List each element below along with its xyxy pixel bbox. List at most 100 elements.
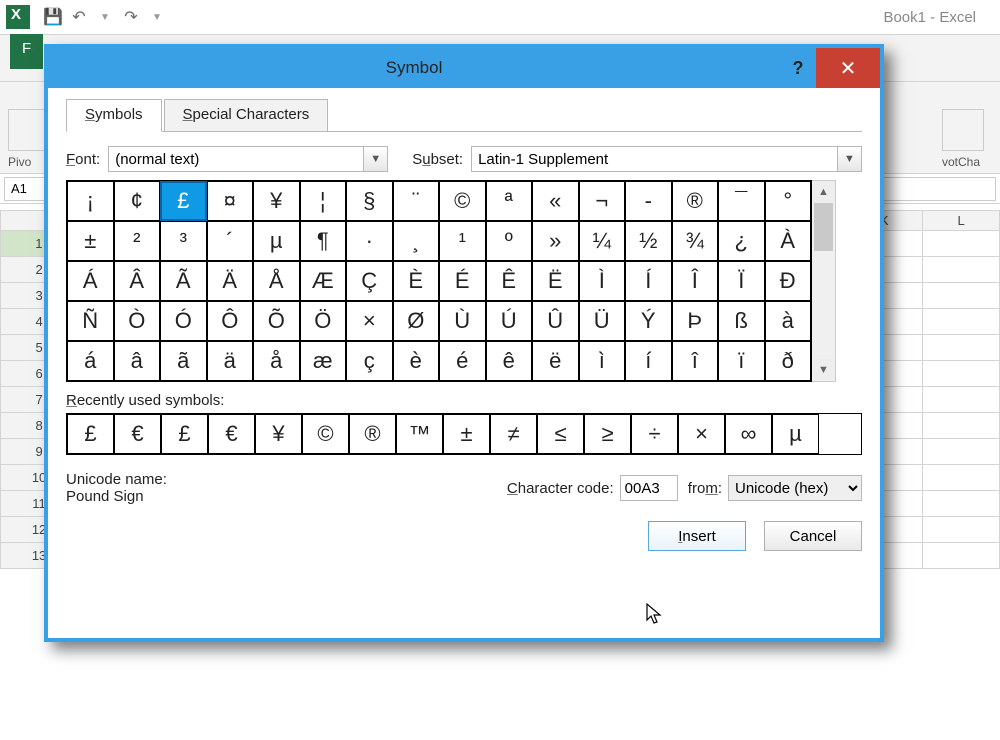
subset-combobox[interactable]: ▼ bbox=[471, 146, 862, 172]
symbol-cell[interactable]: É bbox=[439, 261, 486, 301]
symbol-cell[interactable]: Á bbox=[67, 261, 114, 301]
recent-symbol-cell[interactable]: © bbox=[302, 414, 349, 454]
symbol-cell[interactable]: » bbox=[532, 221, 579, 261]
font-input[interactable] bbox=[109, 147, 363, 171]
symbol-cell[interactable]: ³ bbox=[160, 221, 207, 261]
save-button[interactable]: 💾 bbox=[40, 4, 66, 30]
symbol-cell[interactable]: © bbox=[439, 181, 486, 221]
symbol-cell[interactable]: ª bbox=[486, 181, 533, 221]
scrollbar-thumb[interactable] bbox=[814, 203, 833, 251]
symbol-cell[interactable]: Û bbox=[532, 301, 579, 341]
symbol-cell[interactable]: ¼ bbox=[579, 221, 626, 261]
tab-special-characters[interactable]: Special Characters bbox=[164, 99, 329, 132]
undo-button[interactable]: ↶ bbox=[66, 4, 92, 30]
recent-symbol-cell[interactable]: ≥ bbox=[584, 414, 631, 454]
recent-symbol-cell[interactable]: € bbox=[114, 414, 161, 454]
symbol-cell[interactable]: ² bbox=[114, 221, 161, 261]
symbol-cell[interactable]: Ä bbox=[207, 261, 254, 301]
cell[interactable] bbox=[923, 439, 1000, 465]
column-header[interactable]: L bbox=[923, 211, 1000, 231]
symbol-cell[interactable]: § bbox=[346, 181, 393, 221]
symbol-cell[interactable]: Ï bbox=[718, 261, 765, 301]
symbol-cell[interactable]: Å bbox=[253, 261, 300, 301]
symbol-cell[interactable]: à bbox=[765, 301, 812, 341]
recent-symbol-cell[interactable]: × bbox=[678, 414, 725, 454]
recent-symbol-cell[interactable]: ∞ bbox=[725, 414, 772, 454]
symbol-cell[interactable]: Þ bbox=[672, 301, 719, 341]
symbol-cell[interactable]: ¬ bbox=[579, 181, 626, 221]
symbol-cell[interactable]: Ö bbox=[300, 301, 347, 341]
recent-symbol-cell[interactable]: ≠ bbox=[490, 414, 537, 454]
symbol-cell[interactable]: ¶ bbox=[300, 221, 347, 261]
cell[interactable] bbox=[923, 543, 1000, 569]
recent-symbol-cell[interactable]: £ bbox=[161, 414, 208, 454]
scroll-down-icon[interactable]: ▼ bbox=[812, 359, 835, 381]
symbol-cell[interactable]: ¨ bbox=[393, 181, 440, 221]
cell[interactable] bbox=[923, 361, 1000, 387]
symbol-cell[interactable]: á bbox=[67, 341, 114, 381]
ribbon-tab-active[interactable]: F bbox=[10, 34, 43, 69]
recent-symbol-cell[interactable]: ® bbox=[349, 414, 396, 454]
symbol-cell[interactable]: ç bbox=[346, 341, 393, 381]
symbol-grid[interactable]: ¡¢£¤¥¦§¨©ª«¬-®¯°±²³´µ¶·¸¹º»¼½¾¿ÀÁÂÃÄÅÆÇÈ… bbox=[66, 180, 812, 382]
cell[interactable] bbox=[923, 309, 1000, 335]
symbol-cell[interactable]: Ø bbox=[393, 301, 440, 341]
chevron-down-icon[interactable]: ▼ bbox=[363, 147, 387, 171]
symbol-cell[interactable]: · bbox=[346, 221, 393, 261]
subset-input[interactable] bbox=[472, 147, 837, 171]
cell[interactable] bbox=[923, 257, 1000, 283]
symbol-cell[interactable]: è bbox=[393, 341, 440, 381]
symbol-cell[interactable]: Ò bbox=[114, 301, 161, 341]
symbol-cell[interactable]: Ñ bbox=[67, 301, 114, 341]
symbol-cell[interactable]: ½ bbox=[625, 221, 672, 261]
symbol-cell[interactable]: Ó bbox=[160, 301, 207, 341]
cancel-button[interactable]: Cancel bbox=[764, 521, 862, 551]
symbol-cell[interactable]: ¤ bbox=[207, 181, 254, 221]
symbol-cell[interactable]: ¿ bbox=[718, 221, 765, 261]
symbol-cell[interactable]: Ì bbox=[579, 261, 626, 301]
symbol-cell[interactable]: È bbox=[393, 261, 440, 301]
symbol-cell[interactable]: å bbox=[253, 341, 300, 381]
symbol-cell[interactable]: Ù bbox=[439, 301, 486, 341]
symbol-cell[interactable]: Î bbox=[672, 261, 719, 301]
cell[interactable] bbox=[923, 231, 1000, 257]
recent-symbol-cell[interactable]: £ bbox=[67, 414, 114, 454]
symbol-cell[interactable]: ï bbox=[718, 341, 765, 381]
from-select[interactable]: Unicode (hex) bbox=[728, 475, 862, 501]
symbol-cell[interactable]: ¡ bbox=[67, 181, 114, 221]
symbol-cell[interactable]: â bbox=[114, 341, 161, 381]
symbol-cell[interactable]: ä bbox=[207, 341, 254, 381]
redo-button[interactable]: ↷ bbox=[118, 4, 144, 30]
symbol-cell[interactable]: £ bbox=[160, 181, 207, 221]
symbol-cell[interactable]: ® bbox=[672, 181, 719, 221]
symbol-cell[interactable]: Ü bbox=[579, 301, 626, 341]
symbol-cell[interactable]: ß bbox=[718, 301, 765, 341]
recent-symbol-cell[interactable]: µ bbox=[772, 414, 819, 454]
symbol-cell[interactable]: Ð bbox=[765, 261, 812, 301]
scroll-up-icon[interactable]: ▲ bbox=[812, 181, 835, 203]
cell[interactable] bbox=[923, 387, 1000, 413]
symbol-scrollbar[interactable]: ▲ ▼ bbox=[812, 180, 836, 382]
symbol-cell[interactable]: Ç bbox=[346, 261, 393, 301]
cell[interactable] bbox=[923, 491, 1000, 517]
recent-symbol-cell[interactable]: ¥ bbox=[255, 414, 302, 454]
symbol-cell[interactable]: Æ bbox=[300, 261, 347, 301]
symbol-cell[interactable]: Ê bbox=[486, 261, 533, 301]
symbol-cell[interactable]: í bbox=[625, 341, 672, 381]
symbol-cell[interactable]: - bbox=[625, 181, 672, 221]
recent-symbol-cell[interactable]: ≤ bbox=[537, 414, 584, 454]
cell[interactable] bbox=[923, 517, 1000, 543]
symbol-cell[interactable]: æ bbox=[300, 341, 347, 381]
help-button[interactable]: ? bbox=[780, 58, 816, 79]
symbol-cell[interactable]: ¢ bbox=[114, 181, 161, 221]
symbol-cell[interactable]: Ý bbox=[625, 301, 672, 341]
recent-symbol-cell[interactable]: ÷ bbox=[631, 414, 678, 454]
symbol-cell[interactable]: î bbox=[672, 341, 719, 381]
symbol-cell[interactable]: ° bbox=[765, 181, 812, 221]
symbol-cell[interactable]: Ú bbox=[486, 301, 533, 341]
tab-symbols[interactable]: Symbols bbox=[66, 99, 162, 132]
cell[interactable] bbox=[923, 335, 1000, 361]
font-combobox[interactable]: ▼ bbox=[108, 146, 388, 172]
symbol-cell[interactable]: Ã bbox=[160, 261, 207, 301]
symbol-cell[interactable]: « bbox=[532, 181, 579, 221]
